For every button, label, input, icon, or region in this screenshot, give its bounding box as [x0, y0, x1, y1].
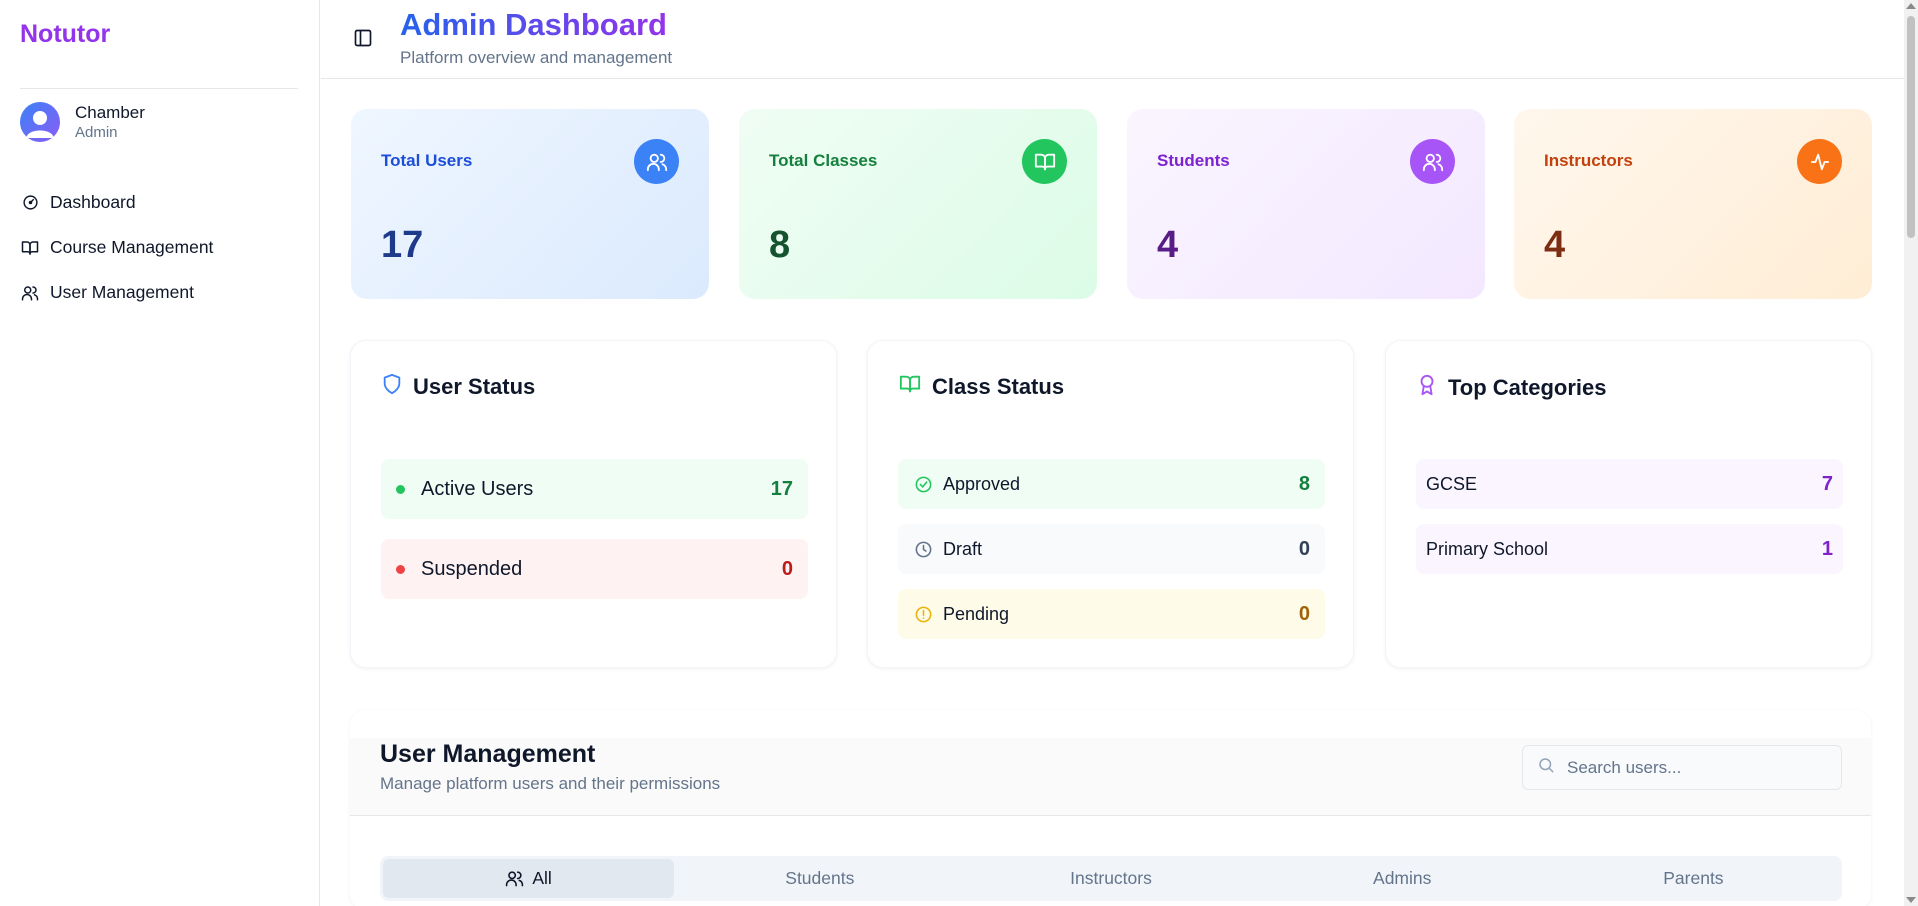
- tab-instructors[interactable]: Instructors: [965, 859, 1256, 898]
- status-label: Pending: [943, 603, 1010, 624]
- section-title: User Management: [380, 740, 596, 768]
- top-categories-card: Top Categories GCSE 7 Primary School 1: [1385, 340, 1872, 668]
- status-row-approved: Approved 8: [898, 459, 1325, 509]
- sidebar-item-label: User Management: [50, 282, 194, 302]
- users-icon: [634, 139, 679, 184]
- search-icon: [1537, 756, 1555, 779]
- stat-label: Total Users: [381, 151, 473, 170]
- users-icon: [20, 283, 40, 303]
- users-icon: [505, 869, 524, 888]
- card-title: Class Status: [932, 373, 1065, 399]
- scroll-up-arrow-icon[interactable]: [1906, 3, 1916, 9]
- status-count: 8: [1298, 472, 1310, 495]
- section-subtitle: Manage platform users and their permissi…: [380, 774, 721, 793]
- sidebar-divider: [20, 88, 298, 89]
- user-management-panel: User Management Manage platform users an…: [350, 710, 1871, 906]
- check-circle-icon: [913, 474, 933, 494]
- stat-value: 4: [1544, 224, 1566, 266]
- sidebar-item-user-management[interactable]: User Management: [20, 270, 213, 315]
- status-label: Draft: [943, 538, 983, 559]
- category-count: 1: [1821, 537, 1833, 560]
- sidebar-item-label: Dashboard: [50, 192, 136, 212]
- clock-icon: [913, 539, 933, 559]
- status-row-active-users: Active Users 17: [381, 459, 808, 519]
- stat-value: 17: [381, 224, 424, 266]
- stat-card-instructors: Instructors 4: [1514, 109, 1872, 299]
- class-status-card: Class Status Approved 8 Draft 0 Pending …: [867, 340, 1354, 668]
- status-count: 17: [770, 477, 793, 500]
- sidebar-item-dashboard[interactable]: Dashboard: [20, 180, 213, 225]
- tab-label: Admins: [1373, 868, 1432, 888]
- brand-logo[interactable]: Notutor: [20, 20, 110, 49]
- user-role: Admin: [75, 124, 118, 141]
- sidebar: Notutor Chamber Admin Dashboard Course M…: [0, 0, 320, 906]
- shield-icon: [381, 373, 403, 400]
- status-count: 0: [1298, 602, 1310, 625]
- category-row-primary-school: Primary School 1: [1416, 524, 1843, 574]
- category-label: Primary School: [1426, 538, 1549, 559]
- category-row-gcse: GCSE 7: [1416, 459, 1843, 509]
- status-label: Suspended: [421, 557, 523, 580]
- panel-left-icon: [354, 29, 372, 47]
- status-dot: [396, 484, 405, 494]
- card-title: User Status: [413, 373, 536, 399]
- stat-value: 4: [1157, 224, 1179, 266]
- users-icon: [1410, 139, 1455, 184]
- search-input[interactable]: [1567, 757, 1827, 778]
- award-icon: [1416, 373, 1438, 402]
- tab-label: Students: [785, 868, 855, 888]
- status-count: 0: [781, 557, 793, 580]
- alert-circle-icon: [913, 604, 933, 624]
- stat-label: Students: [1157, 151, 1230, 170]
- user-status-card: User Status Active Users 17 Suspended 0: [350, 340, 837, 668]
- sidebar-toggle-button[interactable]: [351, 26, 375, 50]
- stat-label: Total Classes: [769, 151, 878, 170]
- sidebar-nav: Dashboard Course Management User Managem…: [20, 180, 213, 315]
- user-name: Chamber: [75, 103, 145, 122]
- stat-card-total-users: Total Users 17: [351, 109, 709, 299]
- status-label: Active Users: [421, 477, 534, 500]
- tab-label: Instructors: [1070, 868, 1152, 888]
- tab-label: All: [532, 868, 552, 888]
- page-title: Admin Dashboard: [400, 7, 667, 42]
- status-dot: [396, 564, 405, 574]
- avatar: [20, 102, 60, 142]
- status-row-pending: Pending 0: [898, 589, 1325, 639]
- user-profile[interactable]: Chamber Admin: [20, 102, 145, 142]
- sidebar-item-course-management[interactable]: Course Management: [20, 225, 213, 270]
- book-open-icon: [898, 373, 922, 400]
- tab-parents[interactable]: Parents: [1548, 859, 1839, 898]
- tab-label: Parents: [1663, 868, 1724, 888]
- page-subtitle: Platform overview and management: [400, 48, 673, 67]
- stat-card-students: Students 4: [1127, 109, 1485, 299]
- status-label: Approved: [943, 473, 1021, 494]
- tab-admins[interactable]: Admins: [1257, 859, 1548, 898]
- category-count: 7: [1821, 472, 1833, 495]
- tab-all[interactable]: All: [383, 859, 675, 898]
- book-open-icon: [20, 238, 40, 258]
- card-title: Top Categories: [1448, 374, 1607, 400]
- scroll-down-arrow-icon[interactable]: [1906, 897, 1916, 903]
- book-open-icon: [1022, 139, 1067, 184]
- activity-icon: [1797, 139, 1842, 184]
- scrollbar-thumb[interactable]: [1907, 16, 1915, 238]
- page-scrollbar[interactable]: [1904, 0, 1918, 906]
- sidebar-item-label: Course Management: [50, 237, 214, 257]
- status-row-draft: Draft 0: [898, 524, 1325, 574]
- stat-label: Instructors: [1544, 151, 1633, 170]
- stat-value: 8: [769, 224, 791, 266]
- page-header: Admin Dashboard Platform overview and ma…: [321, 0, 1904, 79]
- tab-students[interactable]: Students: [674, 859, 965, 898]
- category-label: GCSE: [1426, 473, 1478, 494]
- status-count: 0: [1298, 537, 1310, 560]
- user-filter-tabs: All Students Instructors Admins Parents: [380, 856, 1842, 901]
- gauge-icon: [20, 193, 40, 213]
- status-row-suspended: Suspended 0: [381, 539, 808, 599]
- stat-card-total-classes: Total Classes 8: [739, 109, 1097, 299]
- search-box[interactable]: [1522, 745, 1842, 790]
